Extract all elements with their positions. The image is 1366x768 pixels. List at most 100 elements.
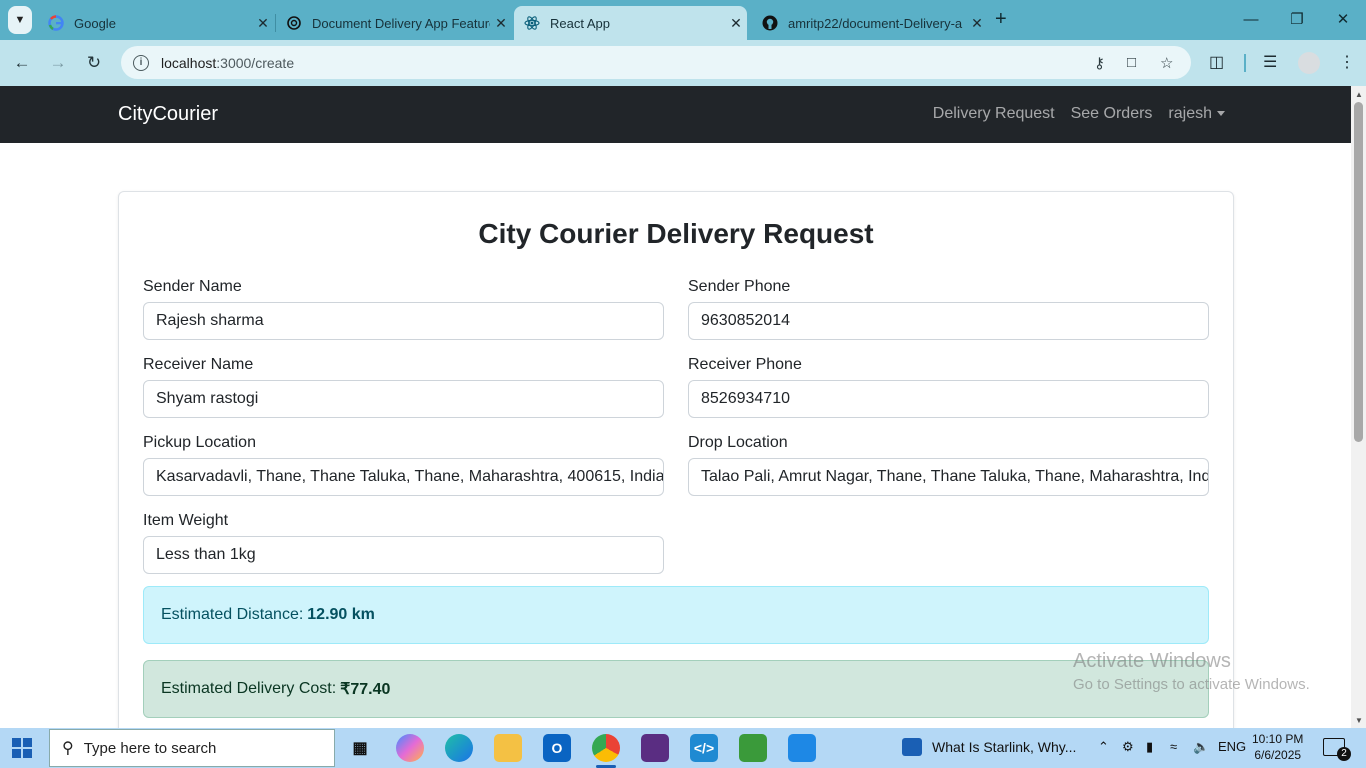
scroll-up-icon[interactable]: ▲ [1355, 90, 1363, 99]
forward-arrow-icon[interactable]: → [45, 50, 71, 76]
reload-icon[interactable]: ↻ [81, 50, 107, 76]
close-icon[interactable]: ✕ [725, 15, 747, 32]
page-scrollbar[interactable]: ▲ ▼ [1351, 86, 1366, 728]
meet-icon[interactable]: ⚙ [1122, 739, 1134, 755]
news-headline: What Is Starlink, Why... [932, 739, 1077, 755]
chatgpt-icon [286, 15, 302, 31]
tab-title: Document Delivery App Feature [312, 15, 490, 31]
notepad-icon[interactable] [739, 734, 767, 762]
new-tab-button[interactable]: + [995, 8, 1007, 31]
volume-icon[interactable]: 🔈 [1193, 739, 1209, 755]
tab-google[interactable]: Google ✕ [38, 6, 274, 40]
tab-title: amritp22/document-Delivery-a [788, 15, 963, 31]
install-app-icon[interactable]: □ [1127, 54, 1136, 71]
receiver-name-label: Receiver Name [143, 356, 254, 373]
toolbar-divider [1244, 54, 1246, 72]
distance-value: 12.90 km [307, 606, 375, 623]
battery-icon[interactable]: ▮ [1146, 739, 1153, 755]
task-view-icon[interactable]: ▦ [346, 734, 374, 762]
news-widget[interactable]: What Is Starlink, Why... [902, 738, 1076, 756]
taskbar-search-placeholder: Type here to search [83, 739, 217, 757]
item-weight-group: Item Weight Less than 1kg [143, 512, 664, 574]
back-arrow-icon[interactable]: ← [9, 50, 35, 76]
close-icon[interactable]: ✕ [252, 15, 274, 32]
chevron-down-icon: ▼ [14, 14, 26, 26]
sender-name-group: Sender Name Rajesh sharma [143, 278, 664, 340]
windows-start-icon[interactable] [12, 738, 32, 758]
site-info-icon[interactable]: i [133, 54, 149, 71]
brand-logo[interactable]: CityCourier [118, 103, 218, 126]
edge-icon[interactable] [445, 734, 473, 762]
app-icon[interactable] [641, 734, 669, 762]
drop-location-label: Drop Location [688, 434, 788, 451]
app-navbar: CityCourier Delivery Request See Orders … [0, 86, 1351, 143]
password-key-icon[interactable]: ⚷ [1094, 54, 1105, 72]
media-control-icon[interactable]: ☰ [1263, 52, 1277, 72]
clock-date: 6/6/2025 [1254, 748, 1302, 762]
google-icon [48, 15, 64, 31]
photos-icon[interactable] [788, 734, 816, 762]
news-icon [902, 738, 922, 756]
extensions-icon[interactable]: ◫ [1209, 52, 1224, 72]
restore-icon[interactable]: ❐ [1274, 6, 1320, 34]
react-icon [524, 15, 540, 31]
notification-icon[interactable]: 2 [1323, 738, 1351, 761]
search-icon: ⚲ [62, 740, 74, 757]
taskbar-search-box[interactable]: ⚲ Type here to search [49, 729, 335, 767]
bookmark-star-icon[interactable]: ☆ [1160, 54, 1173, 72]
close-icon[interactable]: ✕ [490, 15, 512, 32]
copilot-icon[interactable] [396, 734, 424, 762]
github-icon [762, 15, 778, 31]
address-bar[interactable]: i localhost:3000/create ⚷ □ ☆ [121, 46, 1191, 79]
chrome-icon[interactable] [592, 734, 620, 768]
wifi-icon[interactable]: ≈ [1170, 739, 1177, 754]
pickup-location-group: Pickup Location Kasarvadavli, Thane, Tha… [143, 434, 664, 496]
taskbar-clock[interactable]: 10:10 PM 6/6/2025 [1252, 731, 1303, 763]
tab-title: React App [550, 15, 610, 31]
distance-alert: Estimated Distance: 12.90 km [143, 586, 1209, 644]
item-weight-select[interactable]: Less than 1kg [143, 536, 664, 574]
sender-name-input[interactable]: Rajesh sharma [143, 302, 664, 340]
sender-phone-input[interactable]: 9630852014 [688, 302, 1209, 340]
cost-label: Estimated Delivery Cost: [161, 680, 337, 697]
menu-kebab-icon[interactable]: ⋮ [1339, 52, 1355, 72]
cost-value: ₹77.40 [340, 681, 391, 698]
drop-location-group: Drop Location Talao Pali, Amrut Nagar, T… [688, 434, 1209, 496]
profile-avatar-icon[interactable] [1298, 52, 1320, 74]
minimize-icon[interactable]: — [1228, 6, 1274, 34]
tab-react-app[interactable]: React App ✕ [514, 6, 747, 40]
drop-location-input[interactable]: Talao Pali, Amrut Nagar, Thane, Thane Ta… [688, 458, 1209, 496]
nav-links: Delivery Request See Orders rajesh [933, 105, 1225, 123]
close-icon[interactable]: ✕ [966, 15, 988, 32]
language-indicator[interactable]: ENG [1218, 739, 1246, 754]
tab-search-button[interactable]: ▼ [8, 6, 32, 34]
browser-tab-bar: ▼ Google ✕ Document Delivery App Feature… [0, 0, 1366, 40]
scrollbar-thumb[interactable] [1354, 102, 1363, 442]
activate-windows-watermark: Activate Windows Go to Settings to activ… [1073, 650, 1310, 693]
receiver-phone-input[interactable]: 8526934710 [688, 380, 1209, 418]
window-close-icon[interactable]: ✕ [1320, 6, 1366, 34]
sender-phone-group: Sender Phone 9630852014 [688, 278, 1209, 340]
outlook-icon[interactable]: O [543, 734, 571, 762]
file-explorer-icon[interactable] [494, 734, 522, 762]
user-dropdown[interactable]: rajesh [1168, 105, 1225, 123]
tab-github[interactable]: amritp22/document-Delivery-a ✕ [752, 6, 988, 40]
distance-label: Estimated Distance: [161, 606, 304, 623]
tab-document-delivery[interactable]: Document Delivery App Feature ✕ [276, 6, 512, 40]
vscode-icon[interactable]: </> [690, 734, 718, 762]
caret-down-icon [1217, 111, 1225, 117]
delivery-request-card: City Courier Delivery Request Sender Nam… [118, 191, 1234, 728]
nav-delivery-request[interactable]: Delivery Request [933, 105, 1055, 123]
sender-name-label: Sender Name [143, 278, 242, 295]
receiver-name-input[interactable]: Shyam rastogi [143, 380, 664, 418]
receiver-phone-group: Receiver Phone 8526934710 [688, 356, 1209, 418]
page-title: City Courier Delivery Request [478, 218, 874, 249]
receiver-phone-label: Receiver Phone [688, 356, 802, 373]
nav-see-orders[interactable]: See Orders [1071, 105, 1153, 123]
item-weight-label: Item Weight [143, 512, 229, 529]
pickup-location-input[interactable]: Kasarvadavli, Thane, Thane Taluka, Thane… [143, 458, 664, 496]
url-text: localhost:3000/create [161, 54, 295, 71]
scroll-down-icon[interactable]: ▼ [1355, 716, 1363, 725]
chevron-up-icon[interactable]: ⌃ [1098, 739, 1109, 755]
clock-time: 10:10 PM [1252, 732, 1304, 746]
